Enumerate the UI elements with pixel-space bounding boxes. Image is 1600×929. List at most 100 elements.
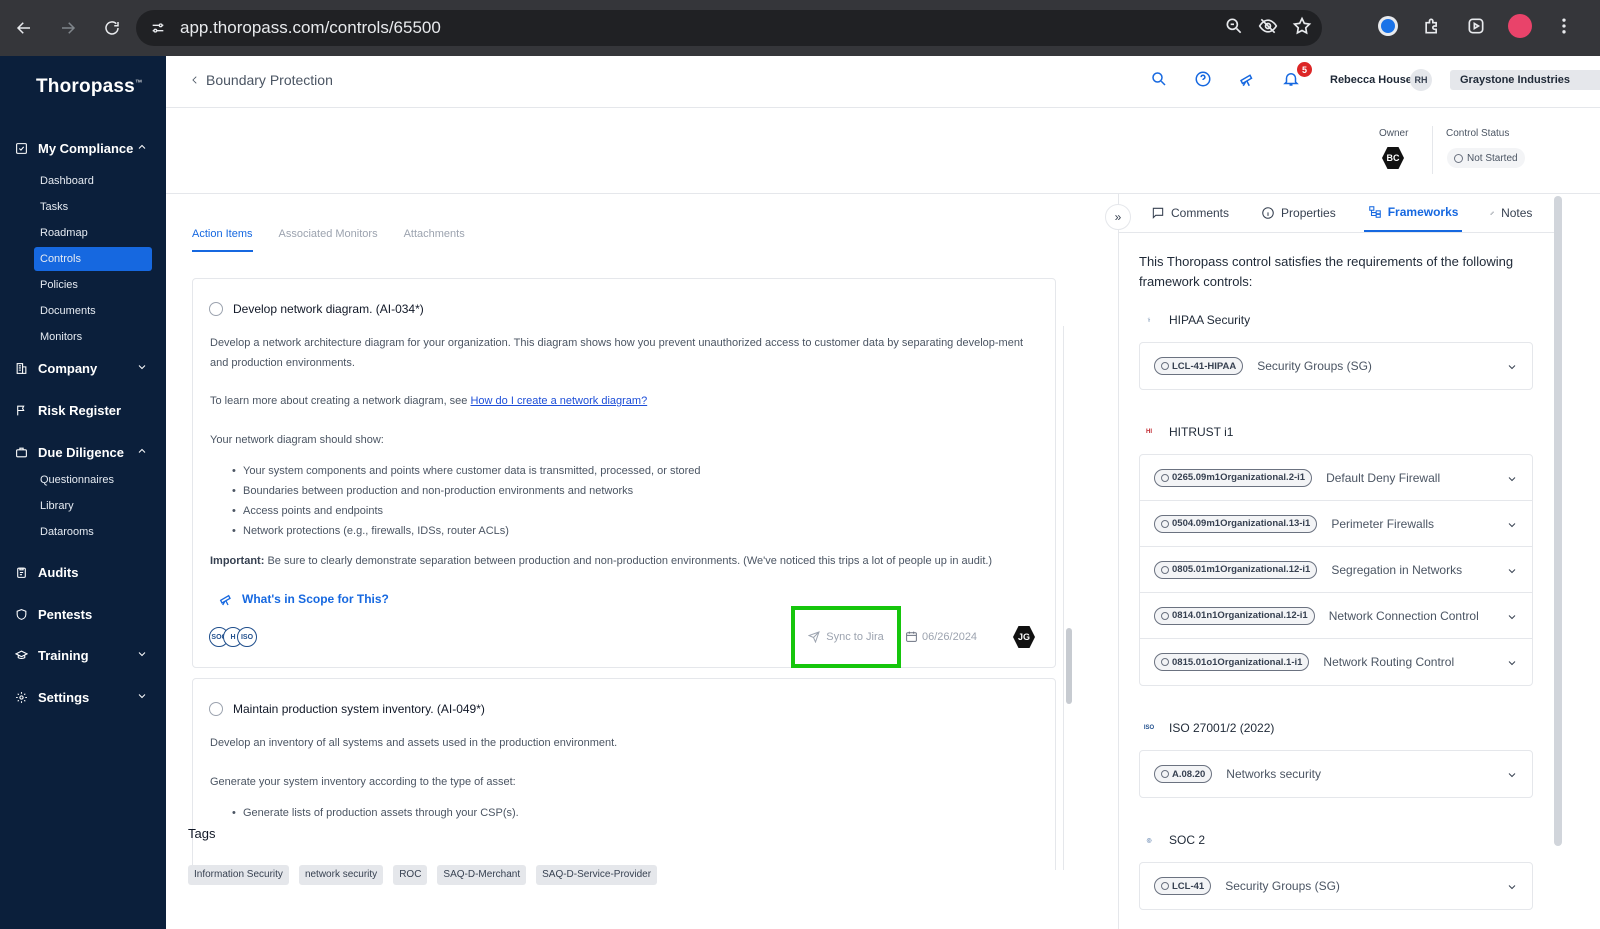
- extensions-puzzle-icon[interactable]: [1420, 14, 1444, 38]
- org-switcher[interactable]: Graystone Industries: [1450, 70, 1600, 90]
- sync-label: Sync to Jira: [826, 631, 884, 643]
- framework-control-row[interactable]: A.08.20 Networks security: [1140, 751, 1532, 797]
- user-name[interactable]: Rebecca Houser: [1330, 74, 1416, 86]
- eye-off-icon[interactable]: [1258, 16, 1278, 41]
- complete-radio[interactable]: [209, 702, 223, 716]
- assignee-avatar[interactable]: JG: [1013, 626, 1035, 648]
- action-item-title[interactable]: Develop network diagram. (AI-034*): [233, 302, 424, 316]
- framework-hipaa: ⚕ HIPAA Security LCL-41-HIPAA Security Gro…: [1139, 310, 1533, 390]
- nav-training[interactable]: Training: [0, 641, 166, 669]
- search-icon[interactable]: [1150, 70, 1170, 90]
- tag-chip[interactable]: network security: [298, 865, 384, 885]
- sidebar-item-roadmap[interactable]: Roadmap: [0, 220, 166, 246]
- bell-icon[interactable]: 5: [1282, 62, 1312, 90]
- tab-comments[interactable]: Comments: [1147, 194, 1233, 232]
- sidebar-item-questionnaires[interactable]: Questionnaires: [0, 467, 166, 493]
- due-date[interactable]: 06/26/2024: [905, 630, 977, 643]
- network-diagram-help-link[interactable]: How do I create a network diagram?: [470, 395, 647, 407]
- sidebar-item-library[interactable]: Library: [0, 493, 166, 519]
- action-item-description: Develop an inventory of all systems and …: [210, 737, 618, 749]
- complete-radio[interactable]: [209, 302, 223, 316]
- chevron-up-icon[interactable]: [136, 445, 148, 460]
- tab-attachments[interactable]: Attachments: [404, 228, 465, 252]
- tags-list: Information Security network security RO…: [188, 865, 658, 885]
- more-menu-icon[interactable]: [1552, 14, 1576, 38]
- action-item-title[interactable]: Maintain production system inventory. (A…: [233, 702, 485, 716]
- profile-avatar[interactable]: [1508, 14, 1532, 38]
- scrollbar-thumb[interactable]: [1066, 628, 1072, 704]
- help-icon[interactable]: [1194, 70, 1214, 90]
- framework-control-row[interactable]: LCL-41-HIPAA Security Groups (SG): [1140, 343, 1532, 389]
- framework-badges: SOC H ISO: [209, 627, 257, 647]
- panel-scrollbar[interactable]: [1554, 196, 1562, 846]
- telescope-icon[interactable]: [1238, 70, 1258, 90]
- sidebar-item-policies[interactable]: Policies: [0, 272, 166, 298]
- framework-control-row[interactable]: 0814.01n1Organizational.12-i1 Network Con…: [1140, 593, 1532, 639]
- chevron-down-icon[interactable]: [136, 648, 148, 663]
- nav-settings[interactable]: Settings: [0, 683, 166, 711]
- panel-tabs: Comments Properties Frameworks Notes: [1147, 194, 1536, 232]
- nav-pentests[interactable]: Pentests: [0, 600, 166, 628]
- user-avatar[interactable]: RH: [1410, 69, 1432, 91]
- scope-link[interactable]: What's in Scope for This?: [218, 591, 389, 607]
- owner-avatar[interactable]: BC: [1382, 147, 1404, 169]
- zoom-icon[interactable]: [1224, 16, 1244, 41]
- chevron-down-icon[interactable]: [1506, 656, 1518, 674]
- chevron-down-icon[interactable]: [136, 690, 148, 705]
- site-settings-icon[interactable]: [140, 20, 176, 36]
- chevron-down-icon[interactable]: [1506, 768, 1518, 786]
- address-bar[interactable]: app.thoropass.com/controls/65500: [136, 10, 1322, 46]
- tab-properties[interactable]: Properties: [1257, 194, 1340, 232]
- chevron-down-icon[interactable]: [1506, 880, 1518, 898]
- details-panel: » Comments Properties Frameworks Notes T…: [1105, 194, 1600, 929]
- framework-control-row[interactable]: 0805.01m1Organizational.12-i1 Segregation…: [1140, 547, 1532, 593]
- back-arrow-icon[interactable]: [4, 8, 44, 48]
- media-icon[interactable]: [1464, 14, 1488, 38]
- nav-risk-register[interactable]: Risk Register: [0, 396, 166, 424]
- inventory-instructions: Generate your system inventory according…: [210, 776, 516, 788]
- sidebar-item-tasks[interactable]: Tasks: [0, 194, 166, 220]
- framework-control-row[interactable]: 0504.09m1Organizational.13-i1 Perimeter F…: [1140, 501, 1532, 547]
- tab-frameworks[interactable]: Frameworks: [1363, 194, 1463, 232]
- forward-arrow-icon[interactable]: [48, 8, 88, 48]
- framework-control-row[interactable]: 0265.09m1Organizational.2-i1 Default Deny…: [1140, 455, 1532, 501]
- sidebar-item-controls[interactable]: Controls: [34, 247, 152, 271]
- chevron-down-icon[interactable]: [136, 361, 148, 376]
- collapse-panel-button[interactable]: »: [1105, 204, 1131, 230]
- action-items-list[interactable]: Develop network diagram. (AI-034*) Devel…: [192, 278, 1056, 870]
- chevron-down-icon[interactable]: [1506, 610, 1518, 628]
- nav-company[interactable]: Company: [0, 354, 166, 382]
- tag-chip[interactable]: ROC: [393, 865, 428, 885]
- chevron-down-icon[interactable]: [1506, 472, 1518, 490]
- chevron-down-icon[interactable]: [1506, 518, 1518, 536]
- sidebar-item-datarooms[interactable]: Datarooms: [0, 519, 166, 545]
- tab-action-items[interactable]: Action Items: [192, 228, 253, 252]
- tag-chip[interactable]: SAQ-D-Service-Provider: [536, 865, 658, 885]
- sidebar-item-dashboard[interactable]: Dashboard: [0, 168, 166, 194]
- url-text[interactable]: app.thoropass.com/controls/65500: [180, 18, 441, 38]
- nav-my-compliance[interactable]: My Compliance: [0, 134, 166, 162]
- framework-control-row[interactable]: LCL-41 Security Groups (SG): [1140, 863, 1532, 909]
- password-manager-icon[interactable]: [1376, 14, 1400, 38]
- action-items-scrollbar[interactable]: [1063, 326, 1073, 870]
- tag-chip[interactable]: SAQ-D-Merchant: [437, 865, 527, 885]
- tab-notes[interactable]: Notes: [1486, 194, 1536, 232]
- framework-control-row[interactable]: 0815.01o1Organizational.1-i1 Network Rout…: [1140, 639, 1532, 685]
- chevron-up-icon[interactable]: [136, 141, 148, 156]
- chevron-down-icon[interactable]: [1506, 360, 1518, 378]
- bookmark-star-icon[interactable]: [1292, 16, 1312, 41]
- back-to-boundary-protection[interactable]: Boundary Protection: [190, 72, 333, 88]
- tab-associated-monitors[interactable]: Associated Monitors: [279, 228, 378, 252]
- tag-chip[interactable]: Information Security: [188, 865, 289, 885]
- nav-audits[interactable]: Audits: [0, 558, 166, 586]
- sync-to-jira-button[interactable]: Sync to Jira: [791, 606, 901, 668]
- reload-icon[interactable]: [92, 8, 132, 48]
- status-circle-icon: [1454, 153, 1463, 163]
- control-status-dropdown[interactable]: Not Started: [1447, 148, 1525, 168]
- nav-label: Settings: [38, 689, 90, 705]
- chevron-down-icon[interactable]: [1506, 564, 1518, 582]
- sidebar-item-documents[interactable]: Documents: [0, 298, 166, 324]
- brand-logo[interactable]: Thoropass™: [36, 76, 142, 98]
- nav-due-diligence[interactable]: Due Diligence: [0, 438, 166, 466]
- sidebar-item-monitors[interactable]: Monitors: [0, 324, 166, 350]
